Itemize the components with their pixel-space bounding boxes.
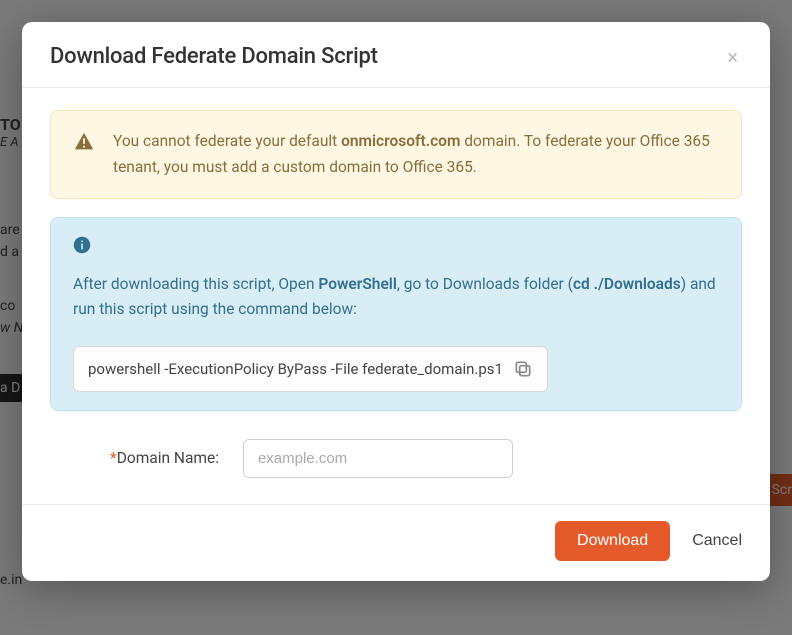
domain-name-label: *Domain Name: [110,449,219,467]
cancel-button[interactable]: Cancel [692,532,742,550]
warning-alert: You cannot federate your default onmicro… [50,110,742,199]
info-powershell-bold: PowerShell [318,275,396,293]
modal-title: Download Federate Domain Script [50,44,378,69]
warning-prefix: You cannot federate your default [113,132,341,150]
domain-name-row: *Domain Name: [50,439,742,478]
copy-icon[interactable] [513,359,533,379]
command-box: powershell -ExecutionPolicy ByPass -File… [73,346,548,392]
warning-text: You cannot federate your default onmicro… [113,129,719,180]
info-prefix: After downloading this script, Open [73,275,318,293]
modal-header: Download Federate Domain Script × [22,22,770,88]
download-button[interactable]: Download [555,521,670,561]
info-cd-bold: cd ./Downloads [573,275,681,293]
info-icon [73,236,91,254]
domain-name-input[interactable] [243,439,513,478]
domain-label-text: Domain Name: [117,449,219,467]
info-text: After downloading this script, Open Powe… [73,272,719,322]
warning-icon [73,131,95,153]
command-text: powershell -ExecutionPolicy ByPass -File… [88,360,503,378]
info-alert: After downloading this script, Open Powe… [50,217,742,411]
download-script-modal: Download Federate Domain Script × You ca… [22,22,770,581]
warning-domain-bold: onmicrosoft.com [341,132,460,150]
info-mid: , go to Downloads folder ( [397,275,573,293]
info-icon-wrap [73,236,91,258]
close-icon[interactable]: × [723,45,742,69]
required-mark: * [110,449,117,467]
modal-body: You cannot federate your default onmicro… [22,88,770,504]
modal-footer: Download Cancel [22,504,770,581]
